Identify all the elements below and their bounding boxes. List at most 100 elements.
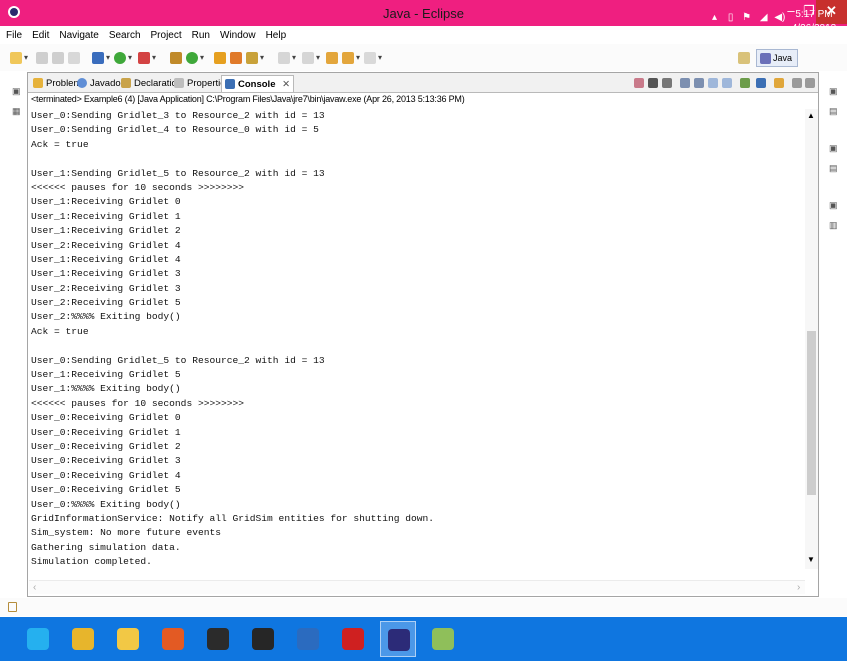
restore-right-bottom-icon[interactable]: ▣ (829, 200, 838, 211)
menu-navigate[interactable]: Navigate (59, 30, 98, 41)
annotation-icon[interactable] (246, 52, 258, 64)
taskbar-app-button[interactable] (335, 621, 371, 657)
menu-window[interactable]: Window (220, 30, 256, 41)
console-line: User_0:Receiving Gridlet 5 (31, 484, 181, 496)
clear-console-icon[interactable] (680, 78, 690, 88)
external-tools-dropdown-icon[interactable]: ▾ (152, 53, 156, 62)
battery-icon[interactable]: ▯ (728, 12, 734, 23)
app-icon (207, 628, 229, 650)
next-annotation-icon[interactable] (278, 52, 290, 64)
debug-dropdown-icon[interactable]: ▾ (106, 53, 110, 62)
back-icon[interactable] (342, 52, 354, 64)
perspective-label: Java (773, 53, 793, 63)
menu-search[interactable]: Search (109, 30, 141, 41)
restore-left-icon[interactable]: ▣ (12, 86, 21, 97)
scroll-lock-icon[interactable] (694, 78, 704, 88)
taskbar-clock[interactable]: 5:17 PM 4/26/2013 (790, 8, 838, 36)
taskbar-app-button[interactable] (155, 621, 191, 657)
menu-file[interactable]: File (6, 30, 22, 41)
open-console-icon[interactable] (774, 78, 784, 88)
network-icon[interactable]: ◢ (760, 12, 768, 23)
volume-icon[interactable]: ◀) (774, 12, 785, 23)
tab-console[interactable]: Console ✕ (221, 75, 295, 92)
back-dropdown-icon[interactable]: ▾ (356, 53, 360, 62)
new-class-icon[interactable] (186, 52, 198, 64)
console-line: User_2:Receiving Gridlet 4 (31, 239, 181, 251)
java-perspective-button[interactable]: Java (756, 49, 798, 67)
menu-run[interactable]: Run (192, 30, 210, 41)
terminate-icon[interactable] (634, 78, 644, 88)
debug-icon[interactable] (92, 52, 104, 64)
scroll-left-icon[interactable]: ‹ (33, 582, 36, 593)
outline-icon[interactable]: ▤ (829, 163, 838, 174)
save-icon[interactable] (36, 52, 48, 64)
maximize-view-icon[interactable] (805, 78, 815, 88)
restore-right-top-icon[interactable]: ▣ (829, 86, 838, 97)
console-output[interactable]: User_0:Sending Gridlet_3 to Resource_2 w… (29, 109, 805, 569)
scroll-down-icon[interactable]: ▼ (807, 555, 815, 564)
console-launch-info: <terminated> Example6 (4) [Java Applicat… (31, 94, 465, 104)
clock-time: 5:17 PM (795, 9, 833, 20)
main-toolbar: ▾ ▾ ▾ ▾ ▾ ▾ ▾ ▾ ▾ ▾ Java (0, 44, 847, 71)
scrollbar-thumb[interactable] (807, 331, 816, 495)
taskbar-app-button[interactable] (245, 621, 281, 657)
show-on-stdout-icon[interactable] (708, 78, 718, 88)
internet-explorer-icon (27, 628, 49, 650)
vertical-scrollbar[interactable]: ▲ ▼ (805, 109, 818, 569)
new-task-icon[interactable] (8, 602, 17, 612)
console-line: User_0:Sending Gridlet_4 to Resource_0 w… (31, 124, 319, 136)
show-hidden-icons-icon[interactable]: ▴ (712, 12, 717, 23)
remove-launch-icon[interactable] (648, 78, 658, 88)
show-on-stderr-icon[interactable] (722, 78, 732, 88)
system-tray: ▴ ▯ ⚑ ◢ ◀) (712, 12, 785, 32)
open-perspective-icon[interactable] (738, 52, 750, 64)
menu-help[interactable]: Help (266, 30, 287, 41)
new-dropdown-icon[interactable]: ▾ (24, 53, 28, 62)
previous-annotation-icon[interactable] (302, 52, 314, 64)
action-center-icon[interactable]: ⚑ (742, 12, 751, 23)
console-line: GridInformationService: Notify all GridS… (31, 512, 435, 524)
taskbar-app-button[interactable] (425, 621, 461, 657)
console-line: User_0:Receiving Gridlet 4 (31, 469, 181, 481)
close-console-tab-icon[interactable]: ✕ (282, 79, 290, 90)
taskbar-app-button[interactable] (110, 621, 146, 657)
forward-dropdown-icon[interactable]: ▾ (378, 53, 382, 62)
previous-annotation-dropdown-icon[interactable]: ▾ (316, 53, 320, 62)
annotation-dropdown-icon[interactable]: ▾ (260, 53, 264, 62)
restore-right-middle-icon[interactable]: ▣ (829, 143, 838, 154)
pin-console-icon[interactable] (740, 78, 750, 88)
taskbar-app-button[interactable] (290, 621, 326, 657)
run-icon[interactable] (114, 52, 126, 64)
taskbar-app-button[interactable] (20, 621, 56, 657)
new-icon[interactable] (10, 52, 22, 64)
taskbar-app-button[interactable] (380, 621, 416, 657)
search-icon[interactable] (230, 52, 242, 64)
scroll-right-icon[interactable]: › (797, 582, 800, 593)
external-tools-icon[interactable] (138, 52, 150, 64)
console-line: Ack = true (31, 325, 89, 337)
last-edit-icon[interactable] (326, 52, 338, 64)
horizontal-scrollbar[interactable]: ‹ › (29, 580, 805, 594)
hierarchy-icon[interactable]: ▥ (829, 220, 838, 231)
tab-console-label: Console (238, 79, 276, 90)
run-dropdown-icon[interactable]: ▾ (128, 53, 132, 62)
new-java-project-icon[interactable] (170, 52, 182, 64)
task-list-icon[interactable]: ▤ (829, 106, 838, 117)
open-type-icon[interactable] (214, 52, 226, 64)
next-annotation-dropdown-icon[interactable]: ▾ (292, 53, 296, 62)
menu-edit[interactable]: Edit (32, 30, 49, 41)
minimize-view-icon[interactable] (792, 78, 802, 88)
new-class-dropdown-icon[interactable]: ▾ (200, 53, 204, 62)
scroll-up-icon[interactable]: ▲ (807, 111, 815, 120)
taskbar-app-button[interactable] (65, 621, 101, 657)
display-selected-console-icon[interactable] (756, 78, 766, 88)
forward-icon[interactable] (364, 52, 376, 64)
menu-project[interactable]: Project (151, 30, 182, 41)
print-icon[interactable] (68, 52, 80, 64)
remove-all-terminated-icon[interactable] (662, 78, 672, 88)
package-explorer-icon[interactable]: ▦ (12, 106, 21, 117)
save-all-icon[interactable] (52, 52, 64, 64)
taskbar-app-button[interactable] (200, 621, 236, 657)
